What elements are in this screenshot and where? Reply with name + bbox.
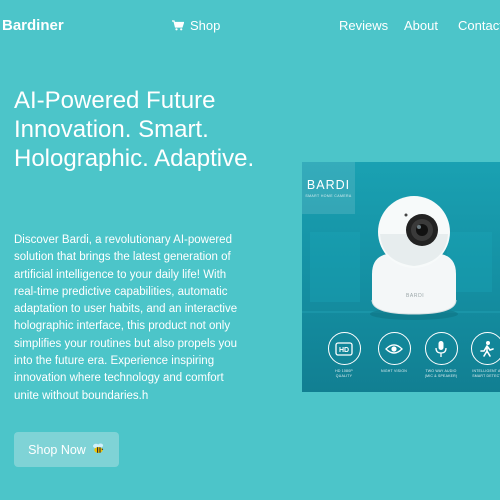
feature-item: INTELLIGENT AI SMART DETECT [462, 332, 500, 379]
nav-shop-link[interactable]: Shop [172, 18, 220, 33]
nav-reviews-link[interactable]: Reviews [339, 18, 388, 33]
hero-description: Discover Bardi, a revolutionary AI-power… [14, 234, 238, 402]
microphone-icon [424, 332, 458, 365]
feature-label: INTELLIGENT AI SMART DETECT [472, 369, 500, 378]
feature-item: NIGHT VISION [369, 332, 419, 374]
shop-now-button[interactable]: Shop Now [14, 432, 119, 467]
product-brand-subtitle: SMART HOME CAMERA [305, 194, 352, 198]
nav-about-link[interactable]: About [404, 18, 438, 33]
feature-list: HD HD 1080P QUALITY NIGHT VISION TWO WAY… [302, 332, 500, 392]
eye-icon [377, 332, 411, 365]
product-brand-box: BARDI SMART HOME CAMERA [302, 162, 355, 214]
feature-label: TWO WAY AUDIO (MIC & SPEAKER) [424, 369, 458, 378]
feature-item: HD HD 1080P QUALITY [319, 332, 369, 379]
feature-label: NIGHT VISION [380, 369, 408, 373]
nav-shop-label: Shop [190, 18, 221, 33]
svg-text:HD: HD [339, 347, 349, 354]
shop-now-label: Shop Now [28, 442, 86, 457]
hero-headline: AI-Powered Future Innovation. Smart. Hol… [14, 87, 255, 172]
cart-icon [172, 20, 184, 31]
hd-icon: HD [327, 332, 361, 365]
nav-contact-link[interactable]: Contact [458, 18, 500, 33]
feature-label: HD 1080P QUALITY [335, 369, 353, 378]
product-brand: BARDI [306, 178, 351, 192]
camera-brand-text: BARDI [406, 293, 425, 299]
feature-item: TWO WAY AUDIO (MIC & SPEAKER) [416, 332, 466, 379]
bee-icon [92, 442, 105, 458]
top-navigation: Bardiner Shop Reviews About Contact [0, 0, 500, 52]
brand-logo[interactable]: Bardiner [2, 17, 64, 34]
running-person-icon [470, 332, 500, 365]
product-image: BARDI SMART HOME CAMERA BARDI HD HD 1080… [302, 162, 500, 392]
